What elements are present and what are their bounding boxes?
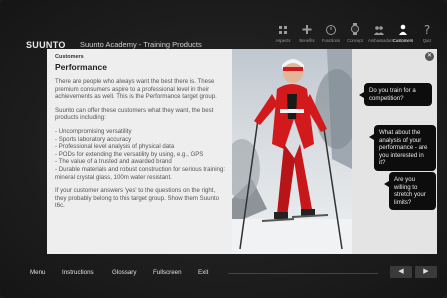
nav-label: Quiz — [422, 38, 432, 43]
question-icon: ? — [424, 23, 430, 36]
nav-label: Functions — [321, 38, 341, 43]
nav-label: Ambassadors — [368, 38, 394, 43]
header: SUUNTO Suunto Academy - Training Product… — [18, 22, 438, 50]
footer-bar: Menu Instructions Glossary Fullscreen Ex… — [18, 263, 438, 283]
list-item: - PODs for extending the versatility by … — [55, 150, 204, 158]
nav-item-concept[interactable]: Concept — [344, 22, 366, 43]
nav-label: Aspects — [275, 38, 291, 43]
arrow-left-icon: ◀ — [398, 268, 404, 275]
arrow-right-icon: ▶ — [423, 268, 429, 275]
question-bubble-analysis[interactable]: What about the analysis of your performa… — [369, 125, 436, 171]
app-title: Suunto Academy - Training Products — [80, 40, 202, 49]
close-button[interactable]: ✕ — [425, 52, 434, 61]
list-item: - The value of a trusted and awarded bra… — [55, 158, 172, 166]
nav-item-customers[interactable]: Customers — [392, 22, 414, 43]
questions-column: ✕ Do you train for a competition? What a… — [352, 49, 437, 254]
plus-icon — [302, 25, 312, 34]
skier-illustration — [232, 49, 352, 254]
nav-label: Customers — [392, 38, 414, 43]
fullscreen-button[interactable]: Fullscreen — [153, 269, 182, 276]
list-item: - Professional level analysis of physica… — [55, 143, 175, 151]
next-button[interactable]: ▶ — [415, 266, 437, 278]
top-nav: Aspects Benefits Functions Concept Ambas… — [272, 22, 438, 43]
offer-paragraph: Suunto can offer these customers what th… — [55, 106, 214, 122]
intro-paragraph: There are people who always want the bes… — [55, 78, 217, 101]
nav-label: Benefits — [299, 38, 315, 43]
section-title: Performance — [55, 62, 107, 72]
nav-item-quiz[interactable]: ? Quiz — [416, 22, 438, 43]
progress-track — [228, 273, 378, 274]
menu-button[interactable]: Menu — [30, 269, 45, 276]
instructions-button[interactable]: Instructions — [62, 269, 94, 276]
content-panel: Customers Performance There are people w… — [47, 49, 437, 254]
app-window: SUUNTO Suunto Academy - Training Product… — [0, 0, 447, 298]
exit-button[interactable]: Exit — [198, 269, 208, 276]
person-icon — [399, 24, 407, 35]
watch-icon — [350, 23, 360, 35]
nav-item-aspects[interactable]: Aspects — [272, 22, 294, 43]
list-item: - Sports laboratory accuracy — [55, 135, 132, 143]
feature-list: - Uncompromising versatility - Sports la… — [55, 128, 226, 181]
nav-item-benefits[interactable]: Benefits — [296, 22, 318, 43]
section-label: Customers — [55, 54, 84, 60]
stopwatch-icon — [326, 25, 336, 35]
glossary-button[interactable]: Glossary — [112, 269, 136, 276]
svg-text:?: ? — [424, 23, 430, 36]
list-item: - Uncompromising versatility — [55, 127, 132, 135]
nav-item-ambassadors[interactable]: Ambassadors — [368, 22, 394, 43]
skier-photo — [232, 49, 352, 254]
nav-item-functions[interactable]: Functions — [320, 22, 342, 43]
question-bubble-competition[interactable]: Do you train for a competition? — [359, 83, 432, 107]
close-icon: ✕ — [426, 53, 433, 59]
text-column: Customers Performance There are people w… — [47, 49, 232, 254]
list-item: - Durable materials and robust construct… — [55, 165, 226, 181]
question-bubble-limits[interactable]: Are you willing to stretch your limits? — [384, 172, 436, 211]
closing-paragraph: If your customer answers 'yes' to the qu… — [55, 187, 219, 210]
people-icon — [374, 26, 384, 35]
grid-icon — [279, 26, 287, 34]
nav-label: Concept — [347, 38, 363, 43]
prev-button[interactable]: ◀ — [390, 266, 412, 278]
